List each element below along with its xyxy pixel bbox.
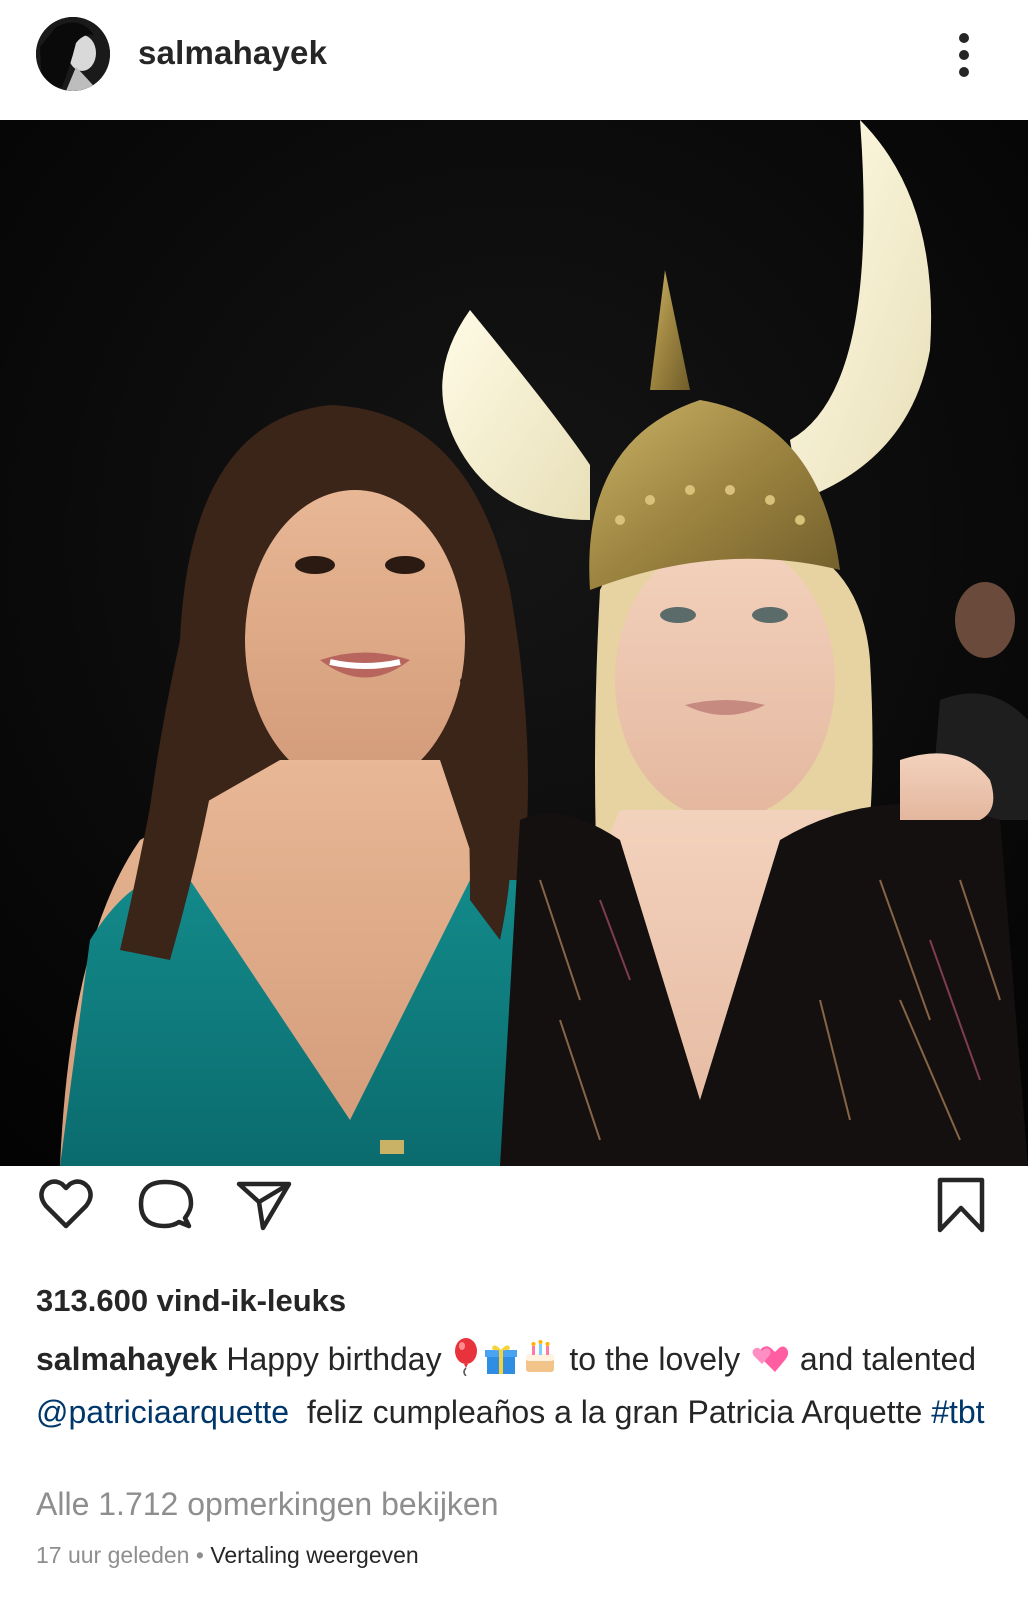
post-timestamp: 17 uur geleden	[36, 1542, 190, 1568]
bookmark-icon	[937, 1177, 985, 1233]
view-all-comments-link[interactable]: Alle 1.712 opmerkingen bekijken	[36, 1486, 499, 1523]
post-image	[0, 120, 1028, 1166]
comment-button[interactable]	[135, 1174, 195, 1234]
save-button[interactable]	[934, 1174, 988, 1236]
caption-text: feliz cumpleaños a la gran Patricia Arqu…	[306, 1394, 923, 1430]
caption-text: and talented	[799, 1341, 977, 1377]
balloon-emoji-icon	[452, 1338, 480, 1389]
caption-text: to the lovely	[569, 1341, 741, 1377]
post-header: salmahayek	[0, 0, 1028, 120]
birthday-cake-emoji-icon	[522, 1340, 558, 1389]
likes-count[interactable]: 313.600 vind-ik-leuks	[36, 1283, 346, 1319]
post-caption: salmahayek Happy birthday to the lovely …	[36, 1336, 1006, 1436]
caption-mention-link[interactable]: @patriciaarquette	[36, 1394, 289, 1430]
avatar-image	[36, 17, 110, 91]
heart-icon	[39, 1179, 93, 1229]
like-button[interactable]	[36, 1174, 96, 1234]
profile-avatar[interactable]	[36, 17, 110, 91]
caption-text: Happy birthday	[226, 1341, 442, 1377]
post-username[interactable]: salmahayek	[138, 34, 327, 72]
meta-separator: •	[195, 1542, 204, 1568]
more-vertical-icon	[959, 33, 969, 43]
share-button[interactable]	[233, 1174, 295, 1234]
share-icon	[236, 1181, 292, 1231]
post-photo[interactable]	[0, 120, 1028, 1166]
comment-icon	[138, 1179, 194, 1229]
caption-username[interactable]: salmahayek	[36, 1341, 217, 1377]
post-actions	[0, 1166, 1028, 1276]
translate-link[interactable]: Vertaling weergeven	[210, 1542, 418, 1568]
more-options-button[interactable]	[946, 30, 982, 80]
post-meta: 17 uur geleden • Vertaling weergeven	[36, 1542, 419, 1569]
two-hearts-emoji-icon	[751, 1342, 789, 1389]
gift-emoji-icon	[484, 1342, 518, 1389]
caption-hashtag-link[interactable]: #tbt	[931, 1394, 984, 1430]
